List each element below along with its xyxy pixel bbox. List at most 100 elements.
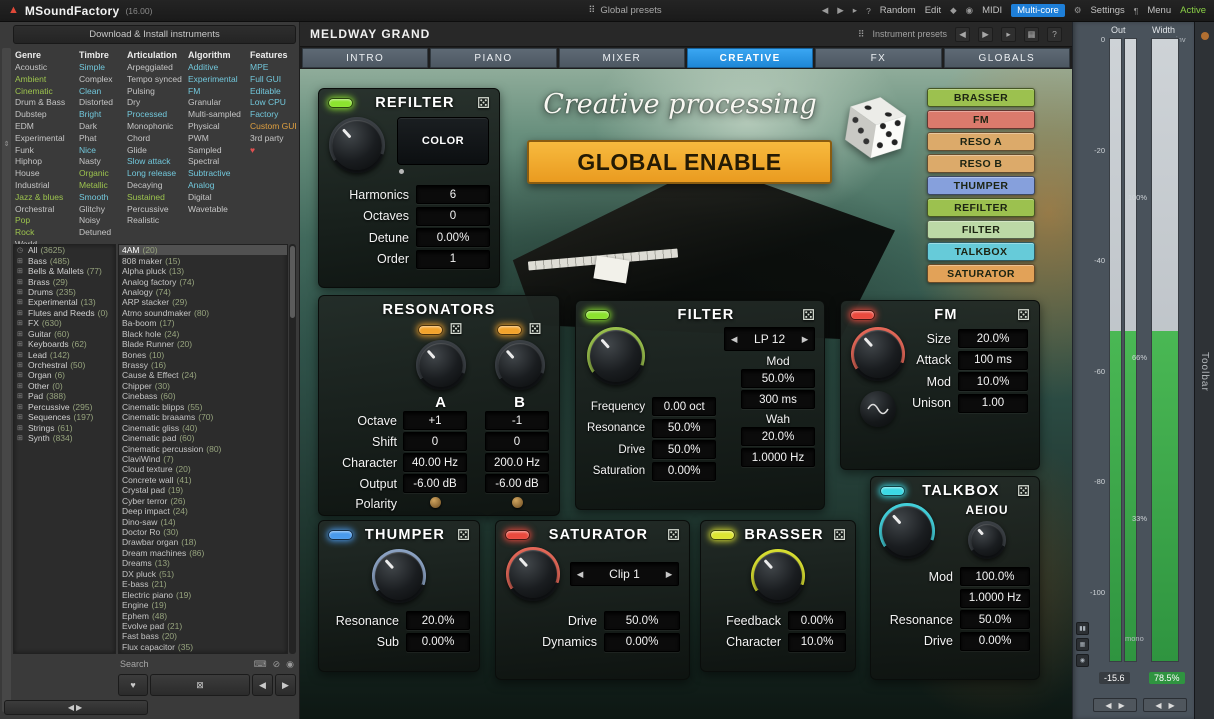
- tag-item[interactable]: Simple: [77, 62, 125, 74]
- parameter-value[interactable]: 100.0%: [960, 567, 1030, 586]
- tag-item[interactable]: Cinematic: [13, 86, 77, 98]
- instrument-presets-button[interactable]: Instrument presets: [872, 29, 947, 39]
- fm-enable-led[interactable]: [850, 310, 875, 320]
- tag-item[interactable]: FM: [186, 86, 248, 98]
- talkbox-depth-knob[interactable]: [968, 521, 1006, 559]
- filter-mod-value[interactable]: 50.0%: [741, 369, 815, 388]
- module-select-button[interactable]: REFILTER: [927, 198, 1035, 217]
- tag-item[interactable]: Additive: [186, 62, 248, 74]
- tag-item[interactable]: Chord: [125, 133, 186, 145]
- tree-item[interactable]: ⊞ Keyboards (62): [14, 339, 115, 349]
- tag-item[interactable]: Nasty: [77, 156, 125, 168]
- tag-item[interactable]: Factory: [248, 109, 296, 121]
- scrollbar-thumb[interactable]: [290, 246, 295, 318]
- tag-item[interactable]: PWM: [186, 133, 248, 145]
- tree-item[interactable]: ⊞ Orchestral (50): [14, 360, 115, 370]
- preset-list-item[interactable]: Cyber terror (26): [119, 496, 287, 506]
- preset-list-item[interactable]: Analogy (74): [119, 287, 287, 297]
- record-button[interactable]: ◉: [1076, 654, 1089, 667]
- resonator-b-value[interactable]: 200.0 Hz: [485, 453, 549, 472]
- preset-list-item[interactable]: Cinematic gliss (40): [119, 422, 287, 432]
- preset-list-item[interactable]: Brassy (16): [119, 360, 287, 370]
- preset-list-item[interactable]: Chipper (30): [119, 381, 287, 391]
- play-icon[interactable]: ▸: [853, 5, 857, 16]
- module-select-button[interactable]: RESO A: [927, 132, 1035, 151]
- tag-item[interactable]: Realistic: [125, 215, 186, 227]
- help-icon[interactable]: ?: [1047, 27, 1062, 42]
- preset-list-item[interactable]: Engine (19): [119, 600, 287, 610]
- tag-item[interactable]: MPE: [248, 62, 296, 74]
- tag-item[interactable]: Custom GUI: [248, 121, 296, 133]
- preset-list-item[interactable]: Dreams (13): [119, 558, 287, 568]
- preset-list-item[interactable]: ClaviWind (7): [119, 454, 287, 464]
- color-indicator-dot[interactable]: [399, 169, 404, 174]
- tag-item[interactable]: Editable: [248, 86, 296, 98]
- prev-preset-icon[interactable]: ◀: [955, 27, 970, 42]
- midi-button[interactable]: MIDI: [982, 5, 1002, 16]
- module-select-button[interactable]: SATURATOR: [927, 264, 1035, 283]
- selector-next-icon[interactable]: ▶: [660, 569, 678, 580]
- tag-item[interactable]: Tempo synced: [125, 74, 186, 86]
- tag-item[interactable]: Ambient: [13, 74, 77, 86]
- tag-item[interactable]: Percussive: [125, 204, 186, 216]
- refilter-enable-led[interactable]: [328, 98, 353, 108]
- gear-icon[interactable]: ⚙: [1074, 5, 1082, 16]
- preset-list-item[interactable]: Blade Runner (20): [119, 339, 287, 349]
- tree-expander-icon[interactable]: ⊞: [17, 434, 25, 442]
- preset-list-item[interactable]: Black hole (24): [119, 329, 287, 339]
- filter-wah-value[interactable]: 20.0%: [741, 427, 815, 446]
- tag-item[interactable]: Slow attack: [125, 156, 186, 168]
- module-select-button[interactable]: FILTER: [927, 220, 1035, 239]
- tree-expander-icon[interactable]: ⊞: [17, 278, 25, 286]
- preset-list-item[interactable]: Analog factory (74): [119, 276, 287, 286]
- tag-item[interactable]: Granular: [186, 97, 248, 109]
- tag-item[interactable]: Orchestral: [13, 204, 77, 216]
- tag-item[interactable]: Dry: [125, 97, 186, 109]
- preset-list-item[interactable]: Cloud texture (20): [119, 464, 287, 474]
- polarity-knob-b[interactable]: [512, 497, 523, 508]
- tag-item[interactable]: Processed: [125, 109, 186, 121]
- tag-item[interactable]: Full GUI: [248, 74, 296, 86]
- tag-item[interactable]: Distorted: [77, 97, 125, 109]
- tree-expander-icon[interactable]: ⊞: [17, 319, 25, 327]
- tab[interactable]: MIXER: [559, 48, 685, 68]
- tag-item[interactable]: Physical: [186, 121, 248, 133]
- resonator-b-value[interactable]: -1: [485, 411, 549, 430]
- tab[interactable]: CREATIVE: [687, 48, 813, 68]
- tree-expander-icon[interactable]: ⊞: [17, 257, 25, 265]
- filter-type-selector[interactable]: ◀ LP 12 ▶: [724, 327, 815, 351]
- grid-view-icon[interactable]: ▦: [1024, 27, 1039, 42]
- tag-item[interactable]: Glitchy: [77, 204, 125, 216]
- next-preset-icon[interactable]: ▶: [837, 5, 844, 16]
- tag-item[interactable]: Complex: [77, 74, 125, 86]
- random-button[interactable]: Random: [880, 5, 916, 16]
- tree-item[interactable]: ⊞ Percussive (295): [14, 402, 115, 412]
- resonator-a-value[interactable]: 0: [403, 432, 467, 451]
- clear-filter-icon[interactable]: ⊘: [273, 659, 281, 670]
- talkbox-enable-led[interactable]: [880, 486, 905, 496]
- tree-expander-icon[interactable]: ⊞: [17, 309, 25, 317]
- parameter-value[interactable]: 10.0%: [788, 633, 846, 652]
- tree-expander-icon[interactable]: ⊞: [17, 298, 25, 306]
- tree-expander-icon[interactable]: ⊞: [17, 382, 25, 390]
- multicore-button[interactable]: Multi-core: [1011, 4, 1065, 17]
- refilter-randomize-icon[interactable]: ⚄: [477, 96, 490, 111]
- tag-item[interactable]: Noisy: [77, 215, 125, 227]
- tag-item[interactable]: Spectral: [186, 156, 248, 168]
- parameter-value[interactable]: 0.00%: [604, 633, 680, 652]
- tag-item[interactable]: Metallic: [77, 180, 125, 192]
- tree-expander-icon[interactable]: ⊞: [17, 351, 25, 359]
- keyboard-icon[interactable]: ⌨: [254, 659, 267, 670]
- tree-item[interactable]: ⊞ Bells & Mallets (77): [14, 266, 115, 276]
- tag-item[interactable]: Bright: [77, 109, 125, 121]
- preset-list-item[interactable]: ARP stacker (29): [119, 297, 287, 307]
- tag-item[interactable]: Subtractive: [186, 168, 248, 180]
- tree-expander-icon[interactable]: ⊞: [17, 288, 25, 296]
- brasser-randomize-icon[interactable]: ⚄: [833, 528, 846, 543]
- tag-item[interactable]: Glide: [125, 145, 186, 157]
- tree-item[interactable]: ⊞ FX (630): [14, 318, 115, 328]
- preset-list-item[interactable]: Cinematic blipps (55): [119, 402, 287, 412]
- tag-item[interactable]: Funk: [13, 145, 77, 157]
- tag-item[interactable]: Wavetable: [186, 204, 248, 216]
- brasser-knob[interactable]: [751, 549, 805, 603]
